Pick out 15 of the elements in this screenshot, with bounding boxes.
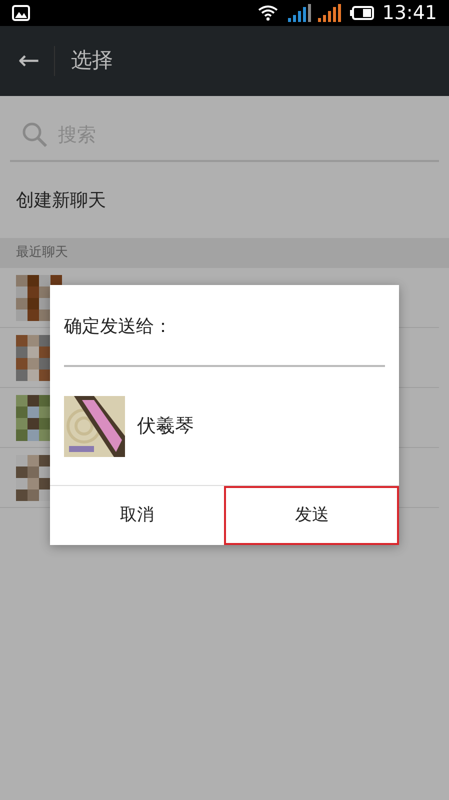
- recipient-name: 伏羲琴: [137, 414, 194, 439]
- cancel-button[interactable]: 取消: [50, 486, 224, 545]
- section-header: 最近聊天: [16, 244, 68, 262]
- signal-icon: [316, 4, 342, 22]
- dialog-title: 确定发送给：: [64, 316, 172, 337]
- new-chat-item[interactable]: 创建新聊天: [16, 186, 106, 214]
- battery-icon: [350, 6, 374, 20]
- status-time: 13:41: [382, 0, 437, 26]
- wifi-icon: [258, 5, 278, 21]
- back-button[interactable]: ←: [0, 48, 54, 74]
- signal-icon: [286, 4, 312, 22]
- search-icon: [22, 122, 48, 148]
- send-button[interactable]: 发送: [224, 486, 399, 545]
- screen-title: 选择: [70, 47, 113, 74]
- image-icon: [12, 5, 30, 21]
